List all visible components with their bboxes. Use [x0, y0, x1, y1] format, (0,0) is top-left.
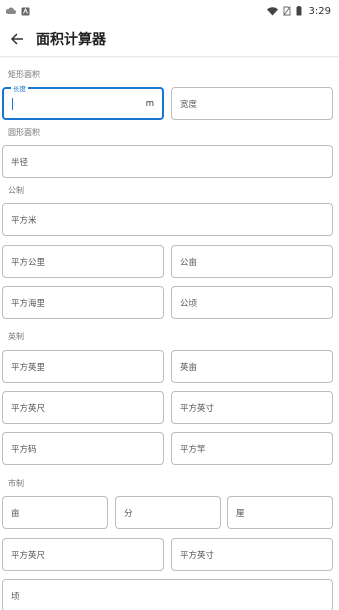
status-right: 3:29 [266, 5, 331, 17]
no-sim-icon [282, 6, 291, 16]
sq-m-placeholder: 平方米 [11, 215, 37, 226]
section-label-market: 市制 [8, 479, 24, 488]
section-label-metric: 公制 [8, 186, 24, 195]
status-left [6, 7, 30, 16]
wifi-icon [266, 6, 278, 15]
gongmu-placeholder: 公亩 [180, 257, 198, 268]
arrow-back-icon [10, 33, 23, 45]
sq-rod-placeholder: 平方竿 [180, 444, 206, 455]
sq-chi-field[interactable]: 平方英尺 [2, 538, 164, 571]
notification-app-icon [21, 7, 30, 15]
sq-cun-field[interactable]: 平方英寸 [171, 538, 333, 571]
mu-field[interactable]: 亩 [2, 496, 108, 529]
sq-ft-field[interactable]: 平方英尺 [2, 391, 164, 424]
sq-nmi-placeholder: 平方海里 [11, 298, 46, 309]
sq-km-field[interactable]: 平方公里 [2, 245, 164, 278]
sq-rod-field[interactable]: 平方竿 [171, 432, 333, 465]
text-caret [12, 98, 13, 110]
sq-yd-placeholder: 平方码 [11, 444, 37, 455]
back-button[interactable] [0, 22, 34, 56]
sq-km-placeholder: 平方公里 [11, 257, 46, 268]
li-field[interactable]: 厘 [227, 496, 333, 529]
qing-placeholder: 顷 [11, 591, 20, 602]
sq-cun-placeholder: 平方英寸 [180, 550, 215, 561]
sq-mile-placeholder: 平方英里 [11, 362, 46, 373]
width-placeholder: 宽度 [180, 99, 198, 110]
sq-m-field[interactable]: 平方米 [2, 203, 333, 236]
sq-in-placeholder: 平方英寸 [180, 403, 215, 414]
sq-chi-placeholder: 平方英尺 [11, 550, 46, 561]
qing-field[interactable]: 顷 [2, 579, 333, 610]
status-time: 3:29 [308, 5, 331, 17]
sq-ft-placeholder: 平方英尺 [11, 403, 46, 414]
width-field[interactable]: 宽度 [171, 87, 333, 120]
radius-field[interactable]: 半径 [2, 145, 333, 178]
page-title: 面积计算器 [36, 32, 106, 48]
app-bar: 面积计算器 [0, 22, 339, 56]
fen-placeholder: 分 [124, 508, 133, 519]
battery-icon [296, 6, 302, 16]
li-placeholder: 厘 [236, 508, 245, 519]
section-label-circle: 圆形面积 [8, 128, 40, 137]
status-bar: 3:29 [0, 0, 339, 22]
sq-mile-field[interactable]: 平方英里 [2, 350, 164, 383]
sq-yd-field[interactable]: 平方码 [2, 432, 164, 465]
length-unit: m [145, 98, 154, 109]
section-label-rect: 矩形面积 [8, 70, 40, 79]
acre-placeholder: 英亩 [180, 362, 198, 373]
gongmu-field[interactable]: 公亩 [171, 245, 333, 278]
hectare-placeholder: 公顷 [180, 298, 198, 309]
mu-placeholder: 亩 [11, 508, 20, 519]
section-label-imperial: 英制 [8, 332, 24, 341]
notification-cloud-icon [6, 7, 16, 14]
acre-field[interactable]: 英亩 [171, 350, 333, 383]
radius-placeholder: 半径 [11, 157, 29, 168]
hectare-field[interactable]: 公顷 [171, 286, 333, 319]
sq-in-field[interactable]: 平方英寸 [171, 391, 333, 424]
length-field[interactable]: 长度 m [2, 83, 164, 120]
length-float-label: 长度 [11, 83, 28, 93]
sq-nmi-field[interactable]: 平方海里 [2, 286, 164, 319]
fen-field[interactable]: 分 [115, 496, 221, 529]
